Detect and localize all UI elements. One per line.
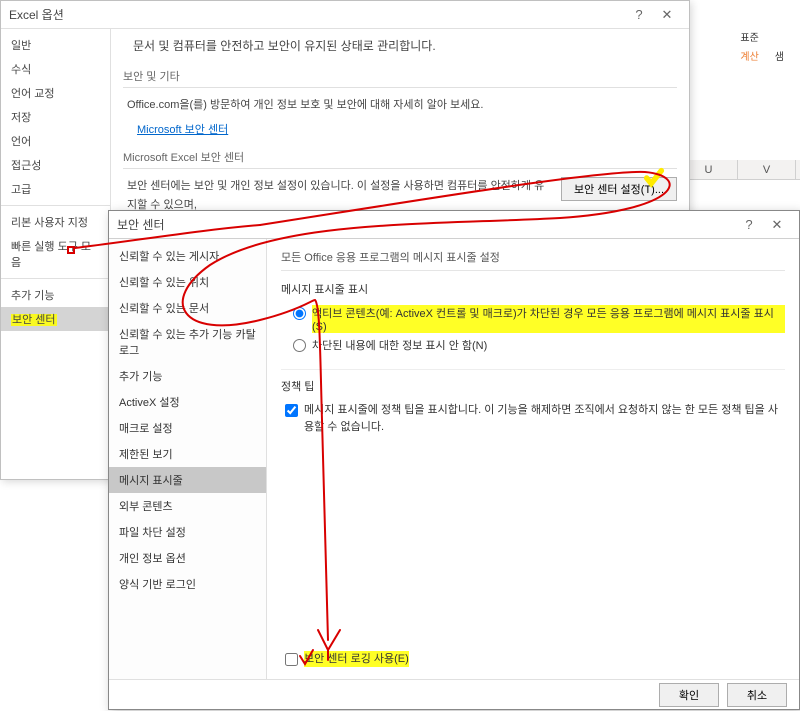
trust-close-button[interactable]: ✕ bbox=[763, 217, 791, 233]
radio-hide-msgbar-input[interactable] bbox=[293, 339, 306, 352]
check-logging-label: 보안 센터 로깅 사용(E) bbox=[304, 651, 409, 668]
tnav-activex[interactable]: ActiveX 설정 bbox=[109, 389, 266, 415]
nav-ribbon[interactable]: 리본 사용자 지정 bbox=[1, 210, 110, 234]
style-sample: 샘 bbox=[769, 47, 790, 64]
close-button[interactable]: ✕ bbox=[653, 7, 681, 23]
trust-title: 보안 센터 bbox=[117, 216, 735, 233]
trust-center-settings-button[interactable]: 보안 센터 설정(T)... bbox=[561, 177, 677, 201]
section-excel-trust: Microsoft Excel 보안 센터 bbox=[123, 149, 677, 169]
link-ms-trust[interactable]: Microsoft 보안 센터 bbox=[137, 124, 228, 136]
trust-help-button[interactable]: ? bbox=[735, 217, 763, 232]
radio-show-msgbar[interactable]: 액티브 콘텐츠(예: ActiveX 컨트롤 및 매크로)가 차단된 경우 모든… bbox=[281, 303, 785, 335]
tnav-protected[interactable]: 제한된 보기 bbox=[109, 441, 266, 467]
tnav-publishers[interactable]: 신뢰할 수 있는 게시자 bbox=[109, 243, 266, 269]
nav-qat[interactable]: 빠른 실행 도구 모음 bbox=[1, 234, 110, 274]
check-logging[interactable]: 보안 센터 로깅 사용(E) bbox=[281, 649, 409, 670]
nav-accessibility[interactable]: 접근성 bbox=[1, 153, 110, 177]
radio-show-msgbar-input[interactable] bbox=[293, 307, 306, 320]
pane-header: 모든 Office 응용 프로그램의 메시지 표시줄 설정 bbox=[281, 249, 785, 271]
nav-advanced[interactable]: 고급 bbox=[1, 177, 110, 201]
trust-titlebar: 보안 센터 ? ✕ bbox=[109, 211, 799, 239]
radio-hide-msgbar-label: 차단된 내용에 대한 정보 표시 안 함(N) bbox=[312, 337, 487, 353]
section-security: 보안 및 기타 bbox=[123, 68, 677, 88]
check-policy-tip[interactable]: 메시지 표시줄에 정책 팁을 표시합니다. 이 기능을 해제하면 조직에서 요청… bbox=[281, 400, 785, 437]
shield-text: 문서 및 컴퓨터를 안전하고 보안이 유지된 상태로 관리합니다. bbox=[133, 37, 436, 54]
nav-save[interactable]: 저장 bbox=[1, 105, 110, 129]
options-title: Excel 옵션 bbox=[9, 6, 625, 23]
sub-header-policy: 정책 팁 bbox=[281, 369, 785, 394]
options-titlebar: Excel 옵션 ? ✕ bbox=[1, 1, 689, 29]
style-calc: 계산 bbox=[734, 47, 764, 64]
excel-styles: 표준 계산 샘 bbox=[734, 28, 790, 66]
ok-button[interactable]: 확인 bbox=[659, 683, 719, 707]
trust-pane: 모든 Office 응용 프로그램의 메시지 표시줄 설정 메시지 표시줄 표시… bbox=[267, 239, 799, 679]
check-policy-tip-label: 메시지 표시줄에 정책 팁을 표시합니다. 이 기능을 해제하면 조직에서 요청… bbox=[304, 402, 785, 435]
tnav-addins[interactable]: 추가 기능 bbox=[109, 363, 266, 389]
nav-trust-center[interactable]: 보안 센터 bbox=[1, 307, 110, 331]
sub-header-msgbar: 메시지 표시줄 표시 bbox=[281, 281, 785, 297]
excel-grid: U V bbox=[680, 160, 800, 180]
tnav-catalogs[interactable]: 신뢰할 수 있는 추가 기능 카탈로그 bbox=[109, 321, 266, 363]
trust-footer: 확인 취소 bbox=[109, 679, 799, 709]
tnav-privacy[interactable]: 개인 정보 옵션 bbox=[109, 545, 266, 571]
tnav-docs[interactable]: 신뢰할 수 있는 문서 bbox=[109, 295, 266, 321]
excel-col-headers: U V bbox=[680, 160, 800, 180]
help-button[interactable]: ? bbox=[625, 7, 653, 22]
tnav-macro[interactable]: 매크로 설정 bbox=[109, 415, 266, 441]
nav-addins[interactable]: 추가 기능 bbox=[1, 283, 110, 307]
tnav-formlogin[interactable]: 양식 기반 로그인 bbox=[109, 571, 266, 597]
tnav-locations[interactable]: 신뢰할 수 있는 위치 bbox=[109, 269, 266, 295]
check-policy-tip-input[interactable] bbox=[285, 404, 298, 417]
cancel-button[interactable]: 취소 bbox=[727, 683, 787, 707]
nav-language[interactable]: 언어 bbox=[1, 129, 110, 153]
tnav-message-bar[interactable]: 메시지 표시줄 bbox=[109, 467, 266, 493]
tnav-external[interactable]: 외부 콘텐츠 bbox=[109, 493, 266, 519]
nav-general[interactable]: 일반 bbox=[1, 33, 110, 57]
check-logging-input[interactable] bbox=[285, 653, 298, 666]
radio-hide-msgbar[interactable]: 차단된 내용에 대한 정보 표시 안 함(N) bbox=[281, 335, 785, 355]
nav-proofing[interactable]: 언어 교정 bbox=[1, 81, 110, 105]
nav-formulas[interactable]: 수식 bbox=[1, 57, 110, 81]
trust-nav: 신뢰할 수 있는 게시자 신뢰할 수 있는 위치 신뢰할 수 있는 문서 신뢰할… bbox=[109, 239, 267, 679]
section-security-body: Office.com을(를) 방문하여 개인 정보 보호 및 보안에 대해 자세… bbox=[127, 96, 677, 115]
tnav-fileblock[interactable]: 파일 차단 설정 bbox=[109, 519, 266, 545]
radio-show-msgbar-label: 액티브 콘텐츠(예: ActiveX 컨트롤 및 매크로)가 차단된 경우 모든… bbox=[312, 305, 785, 333]
style-standard: 표준 bbox=[734, 28, 764, 45]
options-nav: 일반 수식 언어 교정 저장 언어 접근성 고급 리본 사용자 지정 빠른 실행… bbox=[1, 29, 111, 479]
trust-center-dialog: 보안 센터 ? ✕ 신뢰할 수 있는 게시자 신뢰할 수 있는 위치 신뢰할 수… bbox=[108, 210, 800, 710]
col-header-v[interactable]: V bbox=[738, 160, 796, 179]
trust-desc-1: 보안 센터에는 보안 및 개인 정보 설정이 있습니다. 이 설정을 사용하면 … bbox=[127, 180, 544, 211]
